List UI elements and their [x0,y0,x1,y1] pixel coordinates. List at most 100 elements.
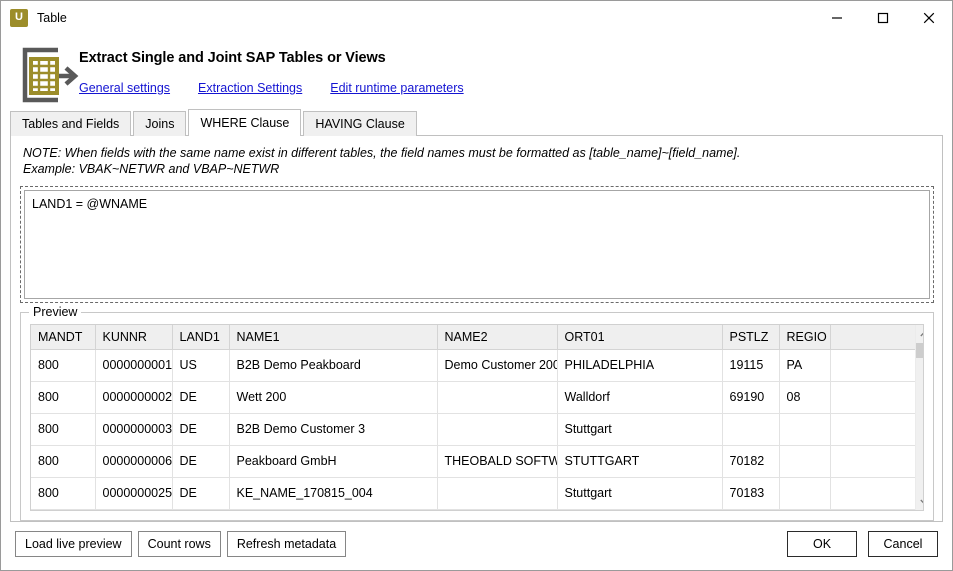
column-header-name2[interactable]: NAME2 [437,325,558,350]
tab-having-clause[interactable]: HAVING Clause [303,111,417,136]
column-header-filler [830,325,915,350]
cell-ort01: PHILADELPHIA [557,349,723,382]
column-header-regio[interactable]: REGIO [779,325,831,350]
cell-name1: B2B Demo Peakboard [229,349,438,382]
cell-land1: DE [172,413,230,446]
cell-filler [830,413,915,446]
cell-land1: DE [172,477,230,510]
refresh-metadata-button[interactable]: Refresh metadata [226,531,347,557]
column-header-name1[interactable]: NAME1 [229,325,438,350]
table-row[interactable]: 800 0000000001 US B2B Demo Peakboard Dem… [31,349,915,382]
table-row[interactable]: 800 0000000006 DE Peakboard GmbH THEOBAL… [31,445,915,478]
preview-grid: MANDT KUNNR LAND1 NAME1 NAME2 ORT01 PSTL… [30,324,924,511]
dialog-header: Extract Single and Joint SAP Tables or V… [1,34,952,109]
table-row[interactable]: 800 0000000003 DE B2B Demo Customer 3 St… [31,413,915,446]
cell-land1: US [172,349,230,382]
cell-kunnr: 0000000003 [95,413,173,446]
cell-regio [779,445,831,478]
cell-pstlz: 70182 [722,445,780,478]
link-edit-runtime-parameters[interactable]: Edit runtime parameters [330,81,463,95]
cell-filler [830,477,915,510]
column-header-land1[interactable]: LAND1 [172,325,230,350]
note-line-2: Example: VBAK~NETWR and VBAP~NETWR [23,162,280,176]
tab-tables-and-fields[interactable]: Tables and Fields [10,111,132,136]
chevron-up-icon [919,331,923,336]
cell-name2 [437,477,558,510]
cell-ort01: Stuttgart [557,477,723,510]
title-bar: U Table [1,1,952,34]
cell-land1: DE [172,381,230,414]
header-text-block: Extract Single and Joint SAP Tables or V… [79,40,464,109]
maximize-icon [877,12,889,23]
tab-joins[interactable]: Joins [133,111,187,136]
cell-pstlz: 69190 [722,381,780,414]
table-row[interactable]: 800 0000000025 DE KE_NAME_170815_004 Stu… [31,477,915,510]
tab-strip: Tables and Fields Joins WHERE Clause HAV… [1,109,952,136]
cell-ort01: STUTTGART [557,445,723,478]
dialog-footer: Load live preview Count rows Refresh met… [1,522,952,570]
link-extraction-settings[interactable]: Extraction Settings [198,81,302,95]
table-row[interactable]: 800 0000000002 DE Wett 200 Walldorf 6919… [31,381,915,414]
window-title: Table [37,10,67,25]
cell-name2 [437,381,558,414]
cell-regio: PA [779,349,831,382]
cell-mandt: 800 [31,445,96,478]
cell-kunnr: 0000000006 [95,445,173,478]
where-clause-input[interactable] [24,190,930,299]
where-clause-focus-frame [20,186,934,303]
close-button[interactable] [906,1,952,34]
preview-vertical-scrollbar[interactable] [915,325,923,510]
cell-ort01: Walldorf [557,381,723,414]
cell-name1: Peakboard GmbH [229,445,438,478]
tab-where-clause[interactable]: WHERE Clause [188,109,302,136]
load-live-preview-button[interactable]: Load live preview [15,531,132,557]
note-text: NOTE: When fields with the same name exi… [11,136,942,177]
cell-pstlz: 19115 [722,349,780,382]
table-extraction-dialog: U Table Extract Single and Joint SAP Tab… [0,0,953,571]
close-icon [923,12,935,23]
count-rows-button[interactable]: Count rows [137,531,221,557]
preview-group: Preview MANDT KUNNR LAND1 NAME1 NAME2 OR… [20,305,934,521]
ok-button[interactable]: OK [787,531,857,557]
note-line-1: NOTE: When fields with the same name exi… [23,146,741,160]
minimize-button[interactable] [814,1,860,34]
footer-right-group: OK Cancel [787,531,938,557]
chevron-down-icon [919,499,923,504]
minimize-icon [832,16,842,19]
scrollbar-thumb[interactable] [916,343,923,358]
scroll-down-button[interactable] [915,493,923,510]
cell-ort01: Stuttgart [557,413,723,446]
scroll-up-button[interactable] [915,325,923,342]
cell-mandt: 800 [31,477,96,510]
cancel-button[interactable]: Cancel [868,531,938,557]
caption-button-group [814,1,952,34]
cell-filler [830,445,915,478]
link-general-settings[interactable]: General settings [79,81,170,95]
app-icon: U [10,8,28,27]
cell-name2: THEOBALD SOFTWARE [437,445,558,478]
cell-mandt: 800 [31,381,96,414]
where-clause-panel: NOTE: When fields with the same name exi… [10,135,943,522]
cell-land1: DE [172,445,230,478]
maximize-button[interactable] [860,1,906,34]
page-title: Extract Single and Joint SAP Tables or V… [79,50,386,66]
column-header-kunnr[interactable]: KUNNR [95,325,173,350]
table-export-icon [1,40,79,109]
cell-regio [779,477,831,510]
column-header-mandt[interactable]: MANDT [31,325,96,350]
table-header-row: MANDT KUNNR LAND1 NAME1 NAME2 ORT01 PSTL… [31,325,915,350]
column-header-pstlz[interactable]: PSTLZ [722,325,780,350]
cell-name2 [437,413,558,446]
cell-filler [830,381,915,414]
cell-filler [830,349,915,382]
column-header-ort01[interactable]: ORT01 [557,325,723,350]
cell-regio: 08 [779,381,831,414]
preview-legend: Preview [29,305,82,319]
cell-name2: Demo Customer 200 [437,349,558,382]
cell-kunnr: 0000000025 [95,477,173,510]
cell-mandt: 800 [31,413,96,446]
cell-name1: Wett 200 [229,381,438,414]
cell-kunnr: 0000000002 [95,381,173,414]
cell-name1: B2B Demo Customer 3 [229,413,438,446]
scrollbar-track[interactable] [915,342,923,493]
